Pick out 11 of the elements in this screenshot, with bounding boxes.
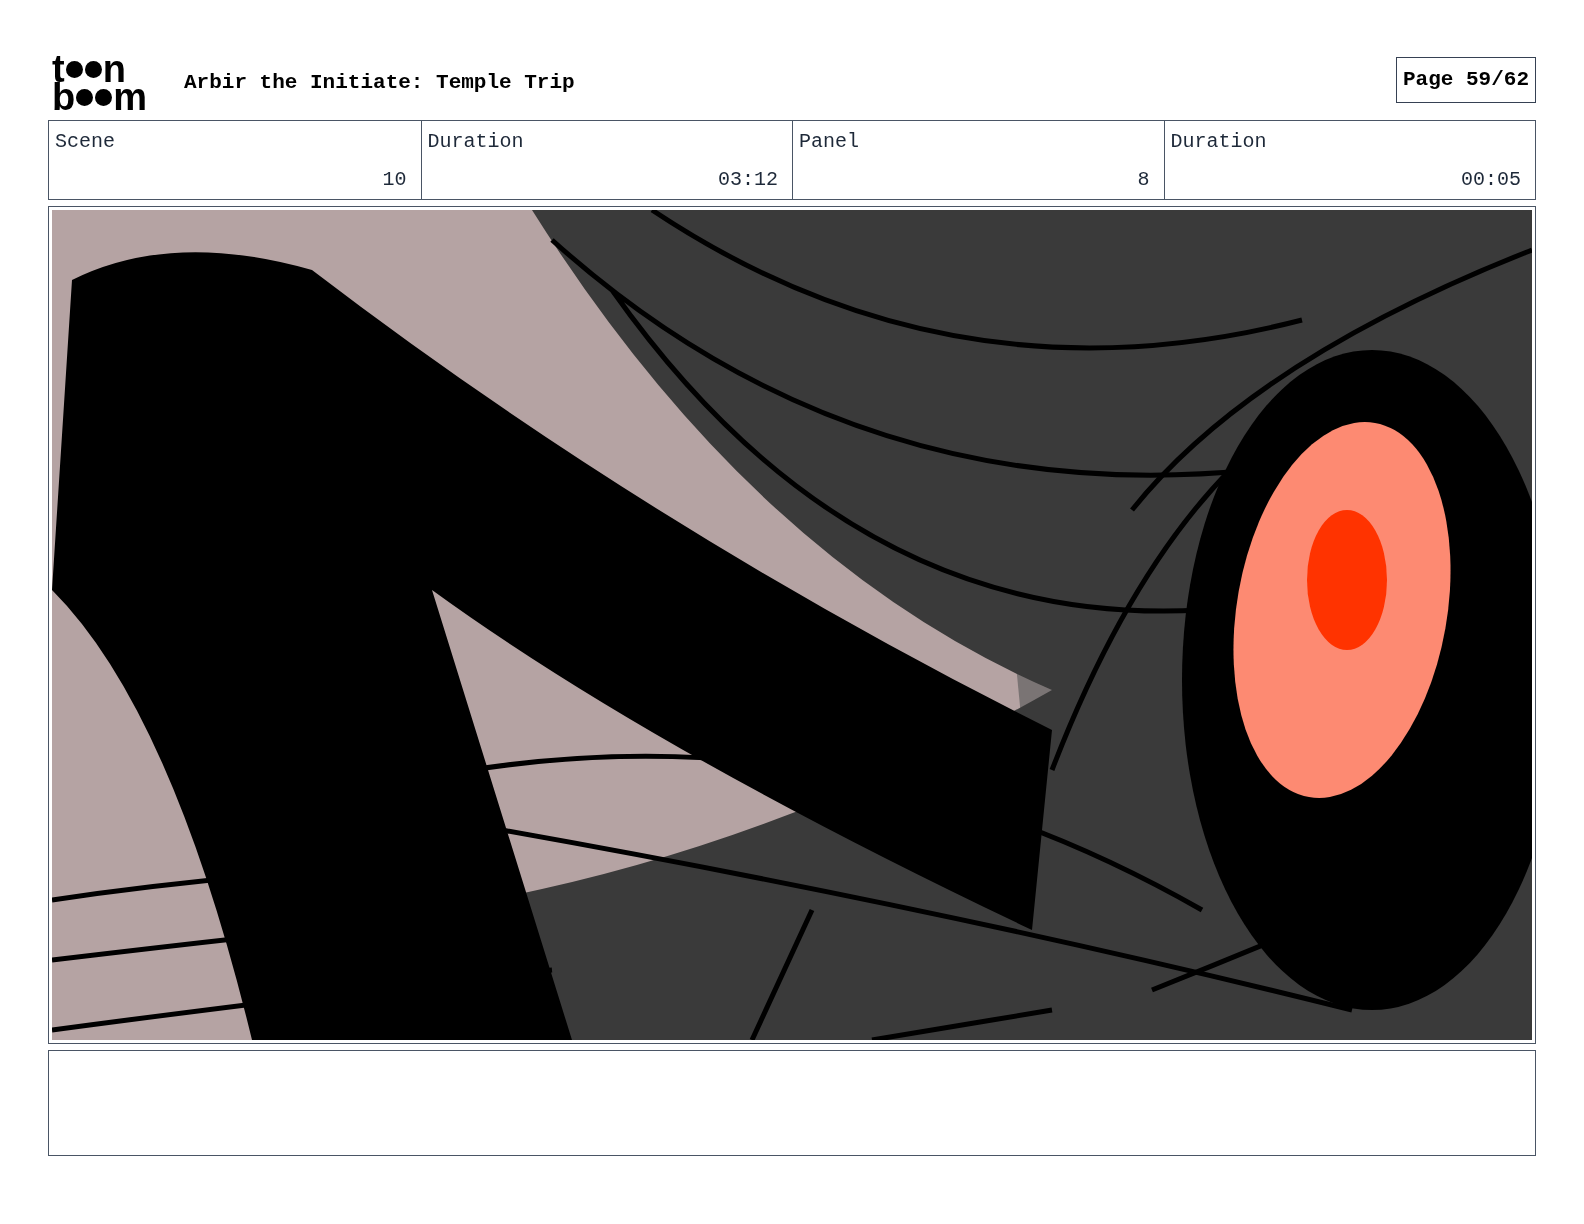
field-label: Duration xyxy=(1170,129,1267,155)
field-value: 00:05 xyxy=(1461,167,1521,193)
field-value: 03:12 xyxy=(718,167,778,193)
field-label: Scene xyxy=(55,129,115,155)
logo: t n b m xyxy=(52,55,148,111)
field-value: 10 xyxy=(382,167,407,193)
page-number: Page 59/62 xyxy=(1395,57,1536,103)
document-title: Arbir the Initiate: Temple Trip xyxy=(184,70,575,97)
field-label: Panel xyxy=(799,129,859,155)
field-label: Duration xyxy=(427,129,524,155)
field-value: 8 xyxy=(1137,167,1150,193)
